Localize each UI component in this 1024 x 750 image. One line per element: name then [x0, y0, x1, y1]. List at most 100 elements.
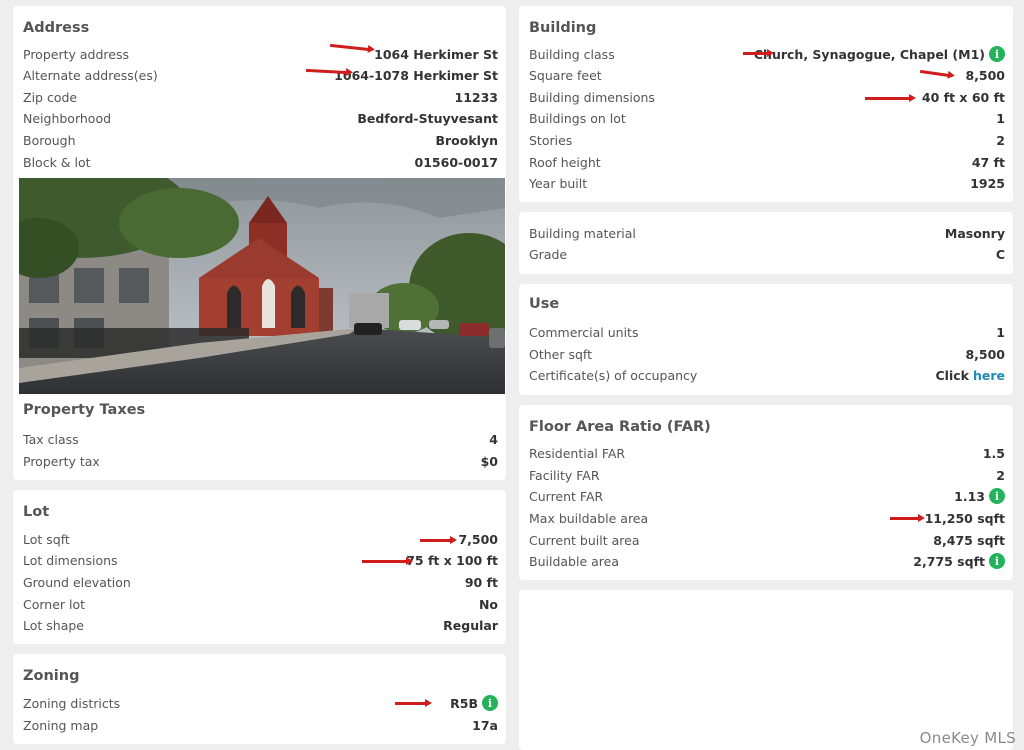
red-arrow-annotation: [395, 699, 432, 707]
click-text: Click: [935, 367, 969, 383]
row-label: Tax class: [23, 431, 79, 447]
property-taxes-title: Property Taxes: [23, 402, 146, 418]
block-lot-row: Block & lot 01560-0017: [23, 152, 498, 172]
lot-card: Lot Lot sqft 7,500 Lot dimensions 75 ft x …: [13, 490, 506, 644]
row-label: Lot dimensions: [23, 552, 118, 568]
row-label: Property tax: [23, 453, 100, 469]
row-label: Facility FAR: [529, 467, 600, 483]
address-card: Address Property address 1064 Herkimer St…: [13, 6, 506, 480]
row-label: Current built area: [529, 532, 640, 548]
row-label: Residential FAR: [529, 445, 626, 461]
info-icon[interactable]: i: [482, 695, 498, 711]
row-label: Borough: [23, 132, 76, 148]
lot-dimensions-row: Lot dimensions 75 ft x 100 ft: [23, 550, 498, 570]
row-value: 2: [996, 467, 1005, 483]
row-value: 1.13: [954, 488, 985, 504]
far-card: Floor Area Ratio (FAR) Residential FAR 1.…: [519, 405, 1013, 580]
stories-row: Stories 2: [529, 130, 1005, 150]
row-value-wrap: 2,775 sqft i: [913, 553, 1005, 569]
square-feet-row: Square feet 8,500: [529, 65, 1005, 85]
row-label: Square feet: [529, 67, 602, 83]
empty-card: [519, 590, 1013, 750]
row-value: 8,500: [965, 67, 1005, 83]
info-icon[interactable]: i: [989, 488, 1005, 504]
row-label: Corner lot: [23, 596, 86, 612]
row-value: 40 ft x 60 ft: [921, 89, 1005, 105]
row-label: Block & lot: [23, 154, 91, 170]
building-material-row: Building material Masonry: [529, 223, 1005, 243]
row-value: 11,250 sqft: [924, 510, 1005, 526]
corner-lot-row: Corner lot No: [23, 594, 498, 614]
commercial-units-row: Commercial units 1: [529, 322, 1005, 342]
row-value: 1064-1078 Herkimer St: [334, 67, 498, 83]
info-icon[interactable]: i: [989, 553, 1005, 569]
row-label: Building class: [529, 46, 615, 62]
tax-class-row: Tax class 4: [23, 429, 498, 449]
row-label: Zoning map: [23, 717, 99, 733]
row-value: 47 ft: [971, 154, 1005, 170]
row-label: Max buildable area: [529, 510, 649, 526]
row-value: 90 ft: [464, 574, 498, 590]
row-value: 1925: [970, 175, 1005, 191]
property-tax-row: Property tax $0: [23, 451, 498, 471]
row-value: Bedford-Stuyvesant: [357, 110, 498, 126]
row-value: 2: [996, 132, 1005, 148]
property-address-row: Property address 1064 Herkimer St: [23, 44, 498, 64]
certificate-here-link[interactable]: here: [973, 368, 1005, 383]
row-value: 11233: [454, 89, 499, 105]
row-value: Masonry: [944, 225, 1005, 241]
red-arrow-annotation: [362, 557, 413, 565]
row-label: Current FAR: [529, 488, 604, 504]
grade-row: Grade C: [529, 244, 1005, 264]
row-value: 1: [996, 324, 1005, 340]
row-value: C: [995, 246, 1005, 262]
row-label: Commercial units: [529, 324, 639, 340]
row-label: Lot sqft: [23, 531, 70, 547]
red-arrow-annotation: [743, 49, 774, 57]
year-built-row: Year built 1925: [529, 173, 1005, 193]
info-icon[interactable]: i: [989, 46, 1005, 62]
row-label: Property address: [23, 46, 129, 62]
row-value: Church, Synagogue, Chapel (M1): [753, 46, 985, 62]
row-label: Roof height: [529, 154, 601, 170]
row-label: Alternate address(es): [23, 67, 158, 83]
row-value: No: [478, 596, 498, 612]
row-label: Buildable area: [529, 553, 619, 569]
zoning-title: Zoning: [23, 668, 80, 684]
row-value: 7,500: [458, 531, 498, 547]
row-value: 4: [489, 431, 498, 447]
neighborhood-row: Neighborhood Bedford-Stuyvesant: [23, 108, 498, 128]
residential-far-row: Residential FAR 1.5: [529, 443, 1005, 463]
use-title: Use: [529, 296, 560, 312]
max-buildable-area-row: Max buildable area 11,250 sqft: [529, 508, 1005, 528]
zip-code-row: Zip code 11233: [23, 87, 498, 107]
row-label: Stories: [529, 132, 573, 148]
row-label: Year built: [529, 175, 588, 191]
building-title: Building: [529, 20, 597, 36]
row-label: Other sqft: [529, 346, 592, 362]
other-sqft-row: Other sqft 8,500: [529, 344, 1005, 364]
borough-row: Borough Brooklyn: [23, 130, 498, 150]
facility-far-row: Facility FAR 2: [529, 465, 1005, 485]
row-value-wrap: R5B i: [450, 695, 498, 711]
buildings-on-lot-row: Buildings on lot 1: [529, 108, 1005, 128]
row-label: Lot shape: [23, 617, 84, 633]
row-value: Brooklyn: [435, 132, 498, 148]
row-value: 1: [996, 110, 1005, 126]
watermark: OneKey MLS: [919, 729, 1016, 747]
row-label: Zip code: [23, 89, 78, 105]
buildable-area-row: Buildable area 2,775 sqft i: [529, 551, 1005, 571]
far-title: Floor Area Ratio (FAR): [529, 419, 711, 435]
zoning-map-link[interactable]: 17a: [472, 718, 498, 733]
row-value: 2,775 sqft: [913, 553, 985, 569]
alternate-address-row: Alternate address(es) 1064-1078 Herkimer …: [23, 65, 498, 85]
ground-elevation-row: Ground elevation 90 ft: [23, 572, 498, 592]
red-arrow-annotation: [865, 94, 916, 102]
row-value: 01560-0017: [414, 154, 498, 170]
row-value: 1064 Herkimer St: [374, 46, 498, 62]
certificate-occupancy-row: Certificate(s) of occupancy Click here: [529, 365, 1005, 385]
roof-height-row: Roof height 47 ft: [529, 152, 1005, 172]
row-value-wrap: Church, Synagogue, Chapel (M1) i: [754, 46, 1005, 62]
address-title: Address: [23, 20, 90, 36]
row-label: Zoning districts: [23, 695, 121, 711]
